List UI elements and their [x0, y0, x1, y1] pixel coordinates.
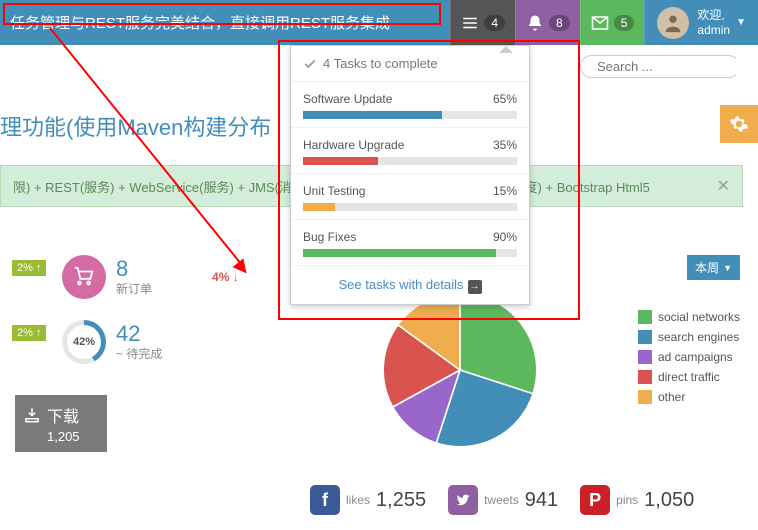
search-bar[interactable]: [580, 55, 740, 78]
caret-down-icon: ▼: [736, 17, 746, 28]
progress-ring: 42%: [62, 320, 106, 364]
task-percent: 90%: [493, 230, 517, 244]
settings-gear-button[interactable]: [720, 105, 758, 143]
task-row[interactable]: Bug Fixes 90%: [291, 220, 529, 266]
stat-pending-value: 42: [116, 323, 162, 345]
user-text: 欢迎, admin: [697, 8, 730, 37]
stat-pending: 2% ↑ 42% 42 ~ 待完成: [62, 320, 162, 364]
task-percent: 65%: [493, 92, 517, 106]
legend-item: other: [638, 390, 740, 404]
legend-swatch: [638, 330, 652, 344]
tasks-dropdown-header: 4 Tasks to complete: [291, 46, 529, 82]
legend-item: search engines: [638, 330, 740, 344]
task-row[interactable]: Software Update 65%: [291, 82, 529, 128]
search-input[interactable]: [597, 59, 758, 74]
social-stats-row: f likes 1,255 tweets 941 P pins 1,050: [310, 485, 694, 515]
tasks-dropdown: 4 Tasks to complete Software Update 65% Ha…: [290, 45, 530, 305]
legend-label: ad campaigns: [658, 350, 733, 364]
messages-count-badge: 5: [614, 15, 635, 31]
alerts-count-badge: 8: [549, 15, 570, 31]
legend-label: search engines: [658, 330, 739, 344]
check-icon: [303, 57, 317, 71]
see-tasks-link[interactable]: See tasks with details→: [338, 277, 481, 292]
legend-swatch: [638, 310, 652, 324]
topbar: 任务管理与REST服务完美结合，直接调用REST服务集成 4 8 5 欢迎, a…: [0, 0, 758, 45]
task-name: Hardware Upgrade: [303, 138, 404, 152]
download-box[interactable]: 下载 1,205: [15, 395, 107, 452]
stat-orders-tag: 2% ↑: [12, 260, 46, 276]
facebook-icon: f: [310, 485, 340, 515]
tasks-icon: [461, 14, 479, 32]
pie-chart: [350, 290, 570, 450]
page-title: 理功能(使用Maven构建分布: [0, 110, 271, 142]
legend-swatch: [638, 350, 652, 364]
annotation-arrow-line: [49, 27, 241, 263]
gear-icon: [729, 114, 749, 134]
legend-item: social networks: [638, 310, 740, 324]
stat-pending-tag: 2% ↑: [12, 325, 46, 341]
avatar: [657, 7, 689, 39]
download-icon: [23, 406, 41, 424]
stat-orders: 2% ↑ 8 新订单 4% ↓: [62, 255, 239, 299]
social-likes: f likes 1,255: [310, 485, 426, 515]
alerts-menu-button[interactable]: 8: [515, 0, 580, 45]
legend-swatch: [638, 390, 652, 404]
task-progress-bar: [303, 249, 496, 257]
legend-item: ad campaigns: [638, 350, 740, 364]
social-tweets: tweets 941: [448, 485, 558, 515]
progress-ring-label: 42%: [67, 325, 101, 359]
twitter-icon: [448, 485, 478, 515]
task-name: Unit Testing: [303, 184, 365, 198]
social-pins: P pins 1,050: [580, 485, 694, 515]
task-name: Software Update: [303, 92, 392, 106]
welcome-label: 欢迎,: [697, 8, 730, 22]
topbar-title: 任务管理与REST服务完美结合，直接调用REST服务集成: [0, 12, 450, 33]
user-menu-button[interactable]: 欢迎, admin ▼: [644, 0, 758, 45]
stat-orders-value: 8: [116, 258, 152, 280]
task-row[interactable]: Unit Testing 15%: [291, 174, 529, 220]
tasks-dropdown-footer[interactable]: See tasks with details→: [291, 266, 529, 304]
username-label: admin: [697, 23, 730, 37]
task-progress-bar: [303, 157, 378, 165]
task-percent: 15%: [493, 184, 517, 198]
stat-pending-label: ~ 待完成: [116, 345, 162, 362]
cart-icon: [73, 266, 95, 288]
chart-legend: social networks search engines ad campaign…: [638, 310, 740, 410]
envelope-icon: [591, 14, 609, 32]
close-icon[interactable]: ✕: [717, 176, 730, 196]
legend-label: social networks: [658, 310, 740, 324]
bell-icon: [526, 14, 544, 32]
download-label: 下载: [47, 403, 79, 427]
caret-down-icon: ▼: [723, 263, 732, 273]
legend-label: direct traffic: [658, 370, 720, 384]
legend-label: other: [658, 390, 685, 404]
cart-icon-circle: [62, 255, 106, 299]
task-row[interactable]: Hardware Upgrade 35%: [291, 128, 529, 174]
stat-orders-label: 新订单: [116, 280, 152, 297]
task-progress-bar: [303, 203, 335, 211]
task-name: Bug Fixes: [303, 230, 356, 244]
task-progress-bar: [303, 111, 442, 119]
legend-item: direct traffic: [638, 370, 740, 384]
messages-menu-button[interactable]: 5: [580, 0, 645, 45]
weekly-dropdown-button[interactable]: 本周 ▼: [687, 255, 740, 280]
tasks-count-badge: 4: [484, 15, 505, 31]
pinterest-icon: P: [580, 485, 610, 515]
legend-swatch: [638, 370, 652, 384]
task-percent: 35%: [493, 138, 517, 152]
download-count: 1,205: [47, 429, 99, 444]
arrow-right-icon: →: [468, 280, 482, 294]
